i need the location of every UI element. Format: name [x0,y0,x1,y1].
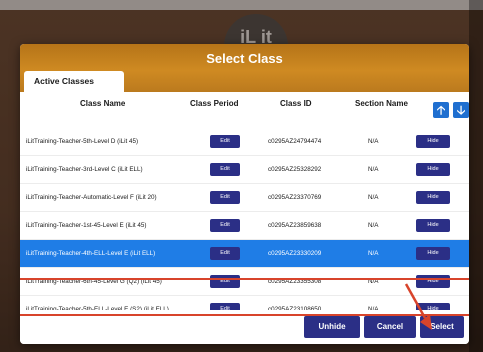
select-button[interactable]: Select [420,316,464,338]
class-name-cell: iLitTraining-Teacher-1st-45-Level E (iLi… [26,222,147,229]
select-class-modal: Select Class Active Classes Class Name C… [20,44,469,344]
class-name-cell: iLitTraining-Teacher-6th-45-Level G (Q2)… [26,278,162,285]
class-name-cell: iLitTraining-Teacher-5th-Level D (iLit 4… [26,138,139,145]
section-name-cell: N/A [368,222,379,229]
section-name-cell: N/A [368,250,379,257]
table-row[interactable]: iLitTraining-Teacher-4th-ELL-Level E (iL… [20,240,469,268]
table-row[interactable]: iLitTraining-Teacher-3rd-Level C (iLit E… [20,156,469,184]
class-name-cell: iLitTraining-Teacher-3rd-Level C (iLit E… [26,166,143,173]
table-row[interactable]: iLitTraining-Teacher-1st-45-Level E (iLi… [20,212,469,240]
section-name-cell: N/A [368,166,379,173]
class-id-cell: c0295AZ25328292 [268,166,322,173]
hide-button[interactable]: Hide [416,247,450,260]
hide-button[interactable]: Hide [416,275,450,288]
right-edge-shadow [469,0,483,352]
table-row[interactable]: iLitTraining-Teacher-5th-ELL-Level E (S2… [20,296,469,310]
modal-footer: Unhide Cancel Select [20,310,469,344]
table-row[interactable]: iLitTraining-Teacher-Automatic-Level F (… [20,184,469,212]
edit-button[interactable]: Edit [210,219,240,232]
hide-button[interactable]: Hide [416,191,450,204]
modal-title: Select Class [206,51,283,66]
column-header-class-id: Class ID [280,99,312,108]
class-id-cell: c0295AZ23355308 [268,278,322,285]
section-name-cell: N/A [368,194,379,201]
section-name-cell: N/A [368,138,379,145]
section-name-cell: N/A [368,278,379,285]
class-id-cell: c0295AZ23370769 [268,194,322,201]
modal-header: Select Class Active Classes [20,44,469,92]
cancel-button[interactable]: Cancel [364,316,416,338]
edit-button[interactable]: Edit [210,135,240,148]
class-id-cell: c0295AZ24794474 [268,138,322,145]
hide-button[interactable]: Hide [416,135,450,148]
table-row[interactable]: iLitTraining-Teacher-5th-Level D (iLit 4… [20,128,469,156]
hide-button[interactable]: Hide [416,303,450,310]
class-id-cell: c0295AZ23859638 [268,222,322,229]
edit-button[interactable]: Edit [210,303,240,310]
edit-button[interactable]: Edit [210,247,240,260]
class-name-cell: iLitTraining-Teacher-4th-ELL-Level E (iL… [26,250,156,257]
arrow-down-icon[interactable]: 🡣 [453,102,469,118]
hide-button[interactable]: Hide [416,219,450,232]
column-header-class-period: Class Period [190,99,239,108]
table-row[interactable]: iLitTraining-Teacher-6th-45-Level G (Q2)… [20,268,469,296]
class-id-cell: c0295AZ23330209 [268,250,322,257]
class-table: iLitTraining-Teacher-5th-Level D (iLit 4… [20,128,469,310]
unhide-button[interactable]: Unhide [304,316,360,338]
column-header-class-name: Class Name [80,99,126,108]
tab-active-classes[interactable]: Active Classes [24,71,124,92]
column-header-section-name: Section Name [355,99,408,108]
edit-button[interactable]: Edit [210,275,240,288]
hide-button[interactable]: Hide [416,163,450,176]
edit-button[interactable]: Edit [210,191,240,204]
class-name-cell: iLitTraining-Teacher-Automatic-Level F (… [26,194,157,201]
arrow-up-icon[interactable]: 🡡 [433,102,449,118]
edit-button[interactable]: Edit [210,163,240,176]
